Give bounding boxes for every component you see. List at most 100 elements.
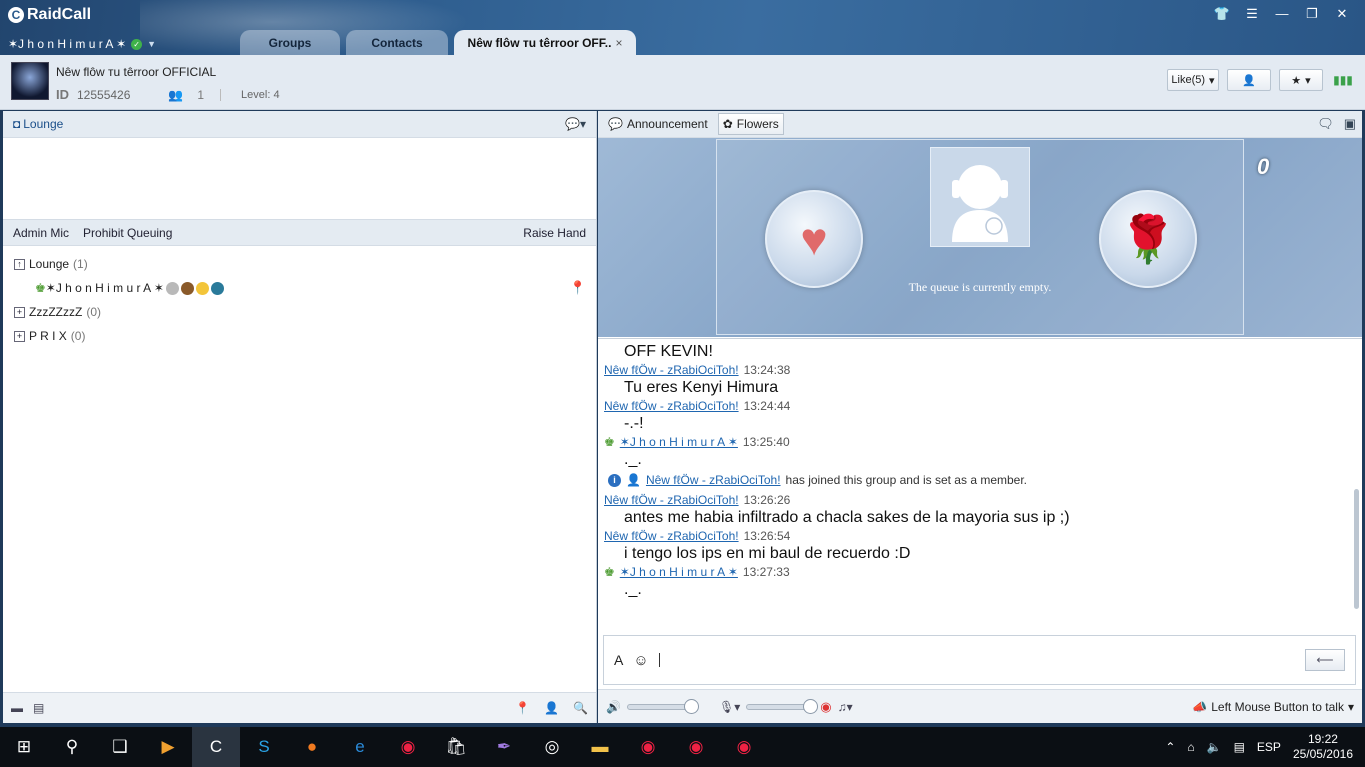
task-view-icon[interactable]: ❑ [96,727,144,767]
record-icon[interactable]: ◉ [820,699,831,715]
sender-link[interactable]: Nêw fℓÖw - zRabiOciToh! [604,529,739,543]
sender-link[interactable]: Nêw fℓÖw - zRabiOciToh! [604,363,739,377]
sender-link[interactable]: Nêw fℓÖw - zRabiOciToh! [646,473,781,487]
flower-count: 0 [1257,154,1270,179]
tab-contacts[interactable]: Contacts [346,30,448,55]
music-app-icon[interactable]: ◎ [528,727,576,767]
tab-groups[interactable]: Groups [240,30,340,55]
language-indicator[interactable]: ESP [1257,740,1281,754]
expand-icon[interactable]: + [14,306,25,318]
sender-link[interactable]: ✶J h o n H i m u r A ✶ [620,435,738,449]
admin-mic-button[interactable]: Admin Mic [13,226,69,240]
clock-time: 19:22 [1307,732,1338,746]
group-avatar[interactable] [11,62,49,100]
send-button[interactable]: ⟵ [1305,649,1345,671]
skin-icon[interactable]: 👕 [1213,6,1231,22]
close-button[interactable]: ✕ [1333,6,1351,22]
tab-label: Groups [268,35,312,50]
badge-icon [165,281,179,295]
search-icon[interactable]: ⚲ [48,727,96,767]
group-info: ID 12555426 👥 1 Level: 4 [56,87,280,102]
file-explorer-icon[interactable]: ▬ [576,727,624,767]
channel-zzz[interactable]: + ZzzZZzzZ (0) [3,300,596,324]
message-header: Nêw fℓÖw - zRabiOciToh! 13:26:54 [604,527,1356,545]
like-button[interactable]: Like(5) ▾ [1167,69,1219,91]
menu-icon[interactable]: ☰ [1243,6,1261,22]
close-tab-icon[interactable]: × [615,36,622,50]
channel-prix[interactable]: + P R I X (0) [3,324,596,348]
edge-icon[interactable]: e [336,727,384,767]
chat-bubble-icon[interactable]: 🗨 [1317,116,1334,132]
raise-hand-button[interactable]: Raise Hand [523,226,586,240]
skype-icon[interactable]: S [240,727,288,767]
tab-label: Contacts [371,35,423,50]
channel-lounge[interactable]: ↑ Lounge (1) [3,252,596,276]
volume-icon[interactable]: 🔈 [1207,740,1222,754]
talk-mode-selector[interactable]: 📣 Left Mouse Button to talk ▾ [1192,700,1354,714]
flower-icon: ✿ [722,117,733,131]
rose-icon[interactable]: 🌹 [1099,190,1197,288]
panel-icon[interactable]: ▣ [1344,116,1356,132]
tab-group-room[interactable]: Nêw flôw тu têrroor OFF.. × [454,30,636,55]
maximize-button[interactable]: ❐ [1303,6,1321,22]
location-icon[interactable]: 📍 [515,701,530,715]
chrome-icon[interactable]: ◉ [384,727,432,767]
message-input[interactable]: A ☺ ⟵ [603,635,1356,685]
network-icon[interactable]: ⌂ [1187,740,1194,754]
members-button[interactable]: 👤 [1227,69,1271,91]
talk-mode-label: Left Mouse Button to talk [1211,699,1344,714]
signal-strength-icon[interactable]: ▮▮▮ [1331,69,1355,91]
message-time: 13:26:26 [743,493,791,507]
chat-scrollbar[interactable] [1354,489,1359,609]
location-pin-icon[interactable]: 📍 [570,280,586,296]
channel-member[interactable]: ♚ ✶J h o n H i m u r A ✶ 📍 [3,276,596,300]
media-player-icon[interactable]: ▶ [144,727,192,767]
emoji-icon[interactable]: ☺ [633,652,648,669]
heart-icon[interactable]: ♥ [765,190,863,288]
clock[interactable]: 19:22 25/05/2016 [1293,732,1353,762]
flowers-button[interactable]: ✿ Flowers [717,113,784,135]
chrome-icon[interactable]: ◉ [672,727,720,767]
sender-link[interactable]: Nêw fℓÖw - zRabiOciToh! [604,399,739,413]
prohibit-queuing-button[interactable]: Prohibit Queuing [83,226,172,240]
music-icon[interactable]: ♫▾ [838,700,853,714]
chrome-icon[interactable]: ◉ [624,727,672,767]
chrome-icon[interactable]: ◉ [720,727,768,767]
chat-settings-icon[interactable]: 💬▾ [565,117,586,131]
expand-icon[interactable]: + [14,330,25,342]
member-status-icon: ♚ [35,281,46,295]
notifications-icon[interactable]: ▤ [1234,740,1245,754]
microphone-icon[interactable]: 🎙▾ [719,700,740,714]
mic-volume-slider[interactable] [746,698,819,714]
collapse-all-icon[interactable]: ▬ [11,701,23,715]
raidcall-taskbar-icon[interactable]: C [192,727,240,767]
font-icon[interactable]: A [614,652,623,668]
user-icon[interactable]: 👤 [544,701,559,715]
group-header: Nêw flôw тu têrroor OFFICIAL ID 12555426… [0,55,1365,110]
channel-list-icon[interactable]: ▤ [33,701,44,715]
title-bar: C RaidCall 👕 ☰ — ❐ ✕ ✶J h o n H i m u r … [0,0,1365,55]
sender-link[interactable]: ✶J h o n H i m u r A ✶ [620,565,738,579]
chevron-down-icon[interactable]: ▼ [147,39,156,49]
message-time: 13:27:33 [742,565,790,579]
channel-count: (1) [73,257,88,271]
slider-knob[interactable] [683,698,699,714]
store-icon[interactable]: 🛍 [432,727,480,767]
start-button[interactable]: ⊞ [0,727,48,767]
speaker-volume-slider[interactable] [626,698,699,714]
feather-icon[interactable]: ✒ [480,727,528,767]
search-icon[interactable]: 🔍 [573,701,588,715]
speaker-icon[interactable]: 🔊 [606,700,621,714]
slider-knob[interactable] [803,698,819,714]
firefox-icon[interactable]: ● [288,727,336,767]
collapse-icon[interactable]: ↑ [14,258,25,270]
current-channel[interactable]: ◘ Lounge [13,117,63,131]
chevron-up-icon[interactable]: ⌃ [1165,740,1175,754]
favorite-button[interactable]: ★ ▾ [1279,69,1323,91]
sender-link[interactable]: Nêw fℓÖw - zRabiOciToh! [604,493,739,507]
minimize-button[interactable]: — [1273,6,1291,22]
channel-label: ZzzZZzzZ [29,305,83,319]
user-status[interactable]: ✶J h o n H i m u r A ✶ ✓ ▼ [8,37,156,51]
announcement-button[interactable]: 💬 Announcement [604,113,712,135]
app-name: RaidCall [27,6,92,23]
